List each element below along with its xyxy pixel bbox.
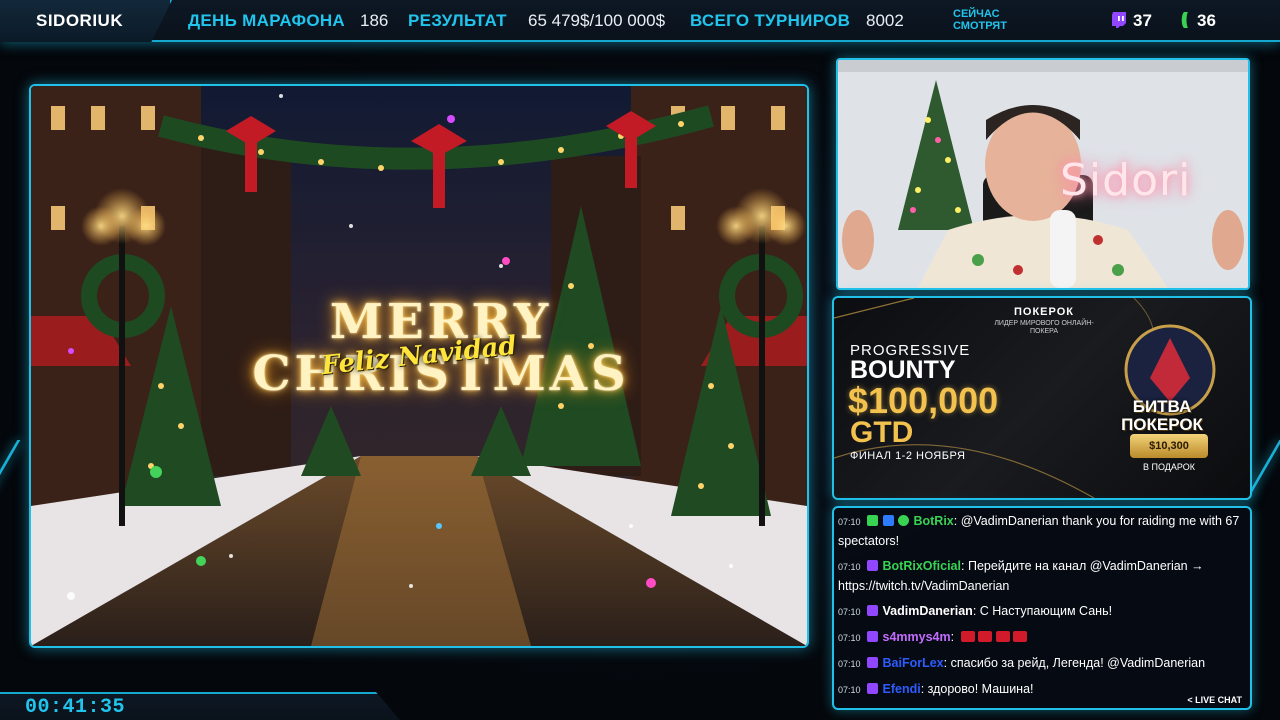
- chat-username[interactable]: BaiForLex: [883, 656, 944, 670]
- marathon-day-value: 186: [360, 11, 389, 30]
- twitch-badge-icon: [867, 683, 879, 694]
- chat-message: 07:10 Efendi: здорово! Машина!: [838, 682, 1034, 696]
- chat-username[interactable]: VadimDanerian: [883, 604, 973, 618]
- chat-message: 07:10 VadimDanerian: С Наступающим Сань!: [838, 604, 1113, 618]
- twitch-viewer-count: 37: [1133, 11, 1152, 30]
- chat-message: 07:10 BotRix: @VadimDanerian thank you f…: [838, 514, 1240, 548]
- twitch-badge-icon: [867, 657, 879, 668]
- ad-gtd: GTD: [850, 416, 914, 449]
- ad-prize-badge: $10,300: [1130, 434, 1208, 458]
- chat-timestamp: 07:10: [838, 607, 861, 617]
- twitch-badge-icon: [867, 560, 879, 571]
- twitch-badge-icon: [867, 631, 879, 642]
- sponsor-ad-banner[interactable]: ПОКЕРОК ЛИДЕР МИРОВОГО ОНЛАЙН-ПОКЕРА PRO…: [832, 296, 1252, 500]
- chat-text: здорово! Машина!: [927, 682, 1034, 696]
- stream-timer: 00:41:35: [25, 696, 126, 719]
- viewers-label: СЕЙЧАС СМОТРЯТ: [953, 8, 1007, 32]
- marathon-day-label: ДЕНЬ МАРАФОНА: [188, 11, 345, 30]
- live-chat-panel[interactable]: 07:10 BotRix: @VadimDanerian thank you f…: [832, 506, 1252, 710]
- chat-timestamp: 07:10: [838, 659, 861, 669]
- chat-text: спасибо за рейд, Легенда! @VadimDanerian: [950, 656, 1206, 670]
- webcam-feed: Sidori: [836, 58, 1250, 290]
- live-chat-label[interactable]: < LIVE CHAT: [1187, 695, 1242, 705]
- emote-icon: [978, 631, 993, 642]
- ad-gift-text: В ПОДАРОК: [1143, 462, 1195, 472]
- chat-username[interactable]: BotRixOficial: [883, 559, 962, 573]
- kick-badge-icon: [867, 515, 879, 526]
- chat-timestamp: 07:10: [838, 562, 861, 572]
- webcam-neon-sign: Sidori: [1060, 155, 1192, 206]
- chat-username[interactable]: s4mmys4m: [883, 630, 951, 644]
- chat-username[interactable]: BotRix: [913, 514, 953, 528]
- emote-icon: [960, 631, 975, 642]
- chat-message: 07:10 BotRixOficial: Перейдите на канал …: [838, 559, 1204, 593]
- ad-brand-tagline: ЛИДЕР МИРОВОГО ОНЛАЙН-ПОКЕРА: [994, 320, 1094, 335]
- main-video-player[interactable]: MERRY CHRISTMAS Feliz Navidad: [29, 84, 809, 648]
- channel-name: SIDORIUK: [36, 11, 124, 30]
- chat-username[interactable]: Efendi: [883, 682, 921, 696]
- chat-timestamp: 07:10: [838, 685, 861, 695]
- top-bar: SIDORIUK ДЕНЬ МАРАФОНА 186 РЕЗУЛЬТАТ 65 …: [0, 0, 1280, 42]
- kick-viewer-count: 36: [1197, 11, 1216, 30]
- kick-icon: [1181, 12, 1188, 28]
- verified-badge-icon: [882, 515, 894, 526]
- ad-final-date: ФИНАЛ 1-2 НОЯБРЯ: [850, 450, 966, 462]
- result-label: РЕЗУЛЬТАТ: [408, 11, 507, 30]
- twitch-badge-icon: [867, 605, 879, 616]
- emote-icon: [1013, 631, 1028, 642]
- chat-timestamp: 07:10: [838, 633, 861, 643]
- ad-brand: ПОКЕРОК: [1014, 306, 1074, 318]
- twitch-icon: [1112, 12, 1126, 28]
- chat-message: 07:10 BaiForLex: спасибо за рейд, Легенд…: [838, 656, 1206, 670]
- result-value: 65 479$/100 000$: [528, 11, 666, 30]
- chat-timestamp: 07:10: [838, 517, 861, 527]
- ad-battle-title: БИТВА ПОКЕРОК: [1121, 397, 1203, 434]
- chat-text: С Наступающим Сань!: [979, 604, 1113, 618]
- chat-message: 07:10 s4mmys4m:: [838, 628, 1244, 648]
- bot-badge-icon: [897, 515, 909, 526]
- emote-icon: [995, 631, 1010, 642]
- tournaments-value: 8002: [866, 11, 904, 30]
- tournaments-label: ВСЕГО ТУРНИРОВ: [690, 11, 851, 30]
